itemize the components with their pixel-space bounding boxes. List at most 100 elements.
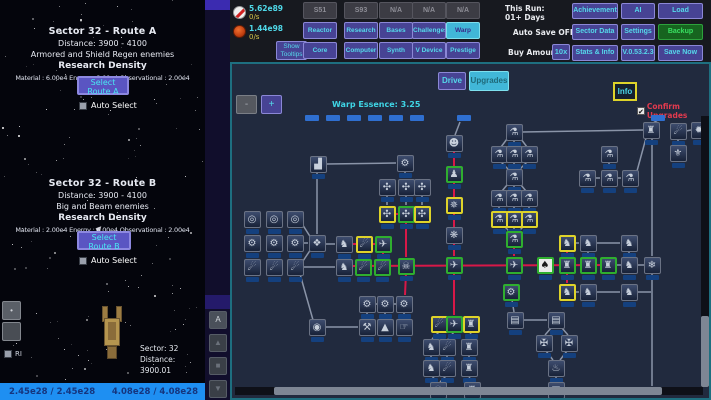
upgrade-node[interactable]: ☻: [446, 135, 463, 152]
upgrade-node[interactable]: ☄: [374, 259, 391, 276]
nav-tab-reactor[interactable]: Reactor: [303, 22, 337, 39]
upgrade-node[interactable]: ♜: [600, 257, 617, 274]
upgrade-node[interactable]: ⚗: [601, 146, 618, 163]
upgrade-node[interactable]: ⚙: [244, 235, 261, 252]
upgrade-node[interactable]: ⚗: [506, 124, 523, 141]
upgrade-node[interactable]: ⚙: [359, 296, 376, 313]
menu-button-settings[interactable]: Settings: [621, 24, 655, 40]
upgrade-node[interactable]: ❖: [309, 235, 326, 252]
upgrade-node[interactable]: ✠: [561, 335, 578, 352]
upgrade-node[interactable]: ♠: [537, 257, 554, 274]
upgrade-node[interactable]: ▤: [548, 312, 565, 329]
upgrade-node[interactable]: ◎: [266, 211, 283, 228]
upgrade-node[interactable]: ✵: [446, 197, 463, 214]
upgrade-node[interactable]: ♞: [621, 284, 638, 301]
upgrade-node[interactable]: ⚒: [359, 319, 376, 336]
nav-tab-computer[interactable]: Computer: [344, 42, 378, 59]
upgrade-node[interactable]: ⚗: [622, 170, 639, 187]
upgrade-node[interactable]: ◎: [287, 211, 304, 228]
route-b-auto-checkbox[interactable]: [79, 257, 87, 265]
upgrade-node[interactable]: ♜: [559, 257, 576, 274]
upgrade-node[interactable]: ⚙: [377, 296, 394, 313]
upgrade-node[interactable]: ⚙: [396, 296, 413, 313]
horizontal-scrollbar[interactable]: [235, 387, 703, 395]
upgrade-node[interactable]: ⚗: [521, 190, 538, 207]
upgrade-node[interactable]: ♞: [336, 236, 353, 253]
menu-button-backup[interactable]: Backup: [658, 24, 703, 40]
upgrade-node[interactable]: ♜: [461, 339, 478, 356]
upgrade-node[interactable]: ⚗: [521, 146, 538, 163]
upgrade-node[interactable]: ☄: [287, 259, 304, 276]
nav-tab-synth[interactable]: Synth: [379, 42, 413, 59]
upgrade-node[interactable]: ☄: [439, 339, 456, 356]
upgrade-node[interactable]: ⚙: [503, 284, 520, 301]
upgrade-node[interactable]: ☞: [396, 319, 413, 336]
upgrade-node[interactable]: ⚗: [491, 211, 508, 228]
upgrade-node[interactable]: ✣: [379, 206, 396, 223]
upgrade-node[interactable]: ♜: [461, 360, 478, 377]
upgrade-node[interactable]: ☄: [266, 259, 283, 276]
upgrade-node[interactable]: ♞: [621, 235, 638, 252]
strip-button-4[interactable]: ▼: [209, 380, 227, 398]
upgrade-node[interactable]: ☠: [398, 258, 415, 275]
upgrade-node[interactable]: ✈: [446, 316, 463, 333]
upgrade-node[interactable]: ⚗: [506, 146, 523, 163]
upgrade-node[interactable]: ⚙: [287, 235, 304, 252]
upgrade-node[interactable]: ☄: [439, 360, 456, 377]
upgrade-node[interactable]: ☄: [355, 259, 372, 276]
upgrade-node[interactable]: ⚗: [506, 190, 523, 207]
select-route-b-button[interactable]: Select Route B: [77, 231, 131, 250]
upgrade-node[interactable]: ⚗: [601, 170, 618, 187]
upgrade-node[interactable]: ⚗: [579, 170, 596, 187]
route-a-auto-select[interactable]: Auto Select: [79, 101, 137, 110]
upgrade-node[interactable]: ♟: [446, 166, 463, 183]
upgrade-node[interactable]: ⚗: [491, 190, 508, 207]
upgrade-node[interactable]: ♞: [336, 259, 353, 276]
vertical-scrollbar[interactable]: [701, 116, 709, 387]
menu-button-achievement[interactable]: Achievement: [572, 3, 618, 19]
upgrade-node[interactable]: ♜: [580, 257, 597, 274]
nav-tab-core[interactable]: Core: [303, 42, 337, 59]
menu-button-stats-info[interactable]: Stats & Info: [572, 45, 618, 61]
upgrade-node[interactable]: ▲: [377, 319, 394, 336]
strip-button-1[interactable]: A: [209, 311, 227, 329]
nav-tab-research[interactable]: Research: [344, 22, 378, 39]
menu-button-ai[interactable]: AI: [621, 3, 655, 19]
route-b-auto-select[interactable]: Auto Select: [79, 256, 137, 265]
upgrade-node[interactable]: ◎: [244, 211, 261, 228]
nav-tab-prestige[interactable]: Prestige: [446, 42, 480, 59]
nav-tab-warp-drive[interactable]: Warp Drive: [446, 22, 480, 39]
upgrade-node[interactable]: ♞: [580, 235, 597, 252]
upgrade-node[interactable]: ⚗: [521, 211, 538, 228]
nav-tab-challenges[interactable]: Challenges: [412, 22, 446, 39]
upgrade-node[interactable]: ☄: [431, 316, 448, 333]
upgrade-node[interactable]: ✣: [414, 206, 431, 223]
upgrade-node[interactable]: ⚗: [491, 146, 508, 163]
upgrade-node[interactable]: ♞: [423, 339, 440, 356]
upgrade-node[interactable]: ⚜: [670, 145, 687, 162]
menu-button-v-0-53-2-3[interactable]: V.0.53.2.3: [621, 45, 655, 61]
upgrade-node[interactable]: ❄: [644, 257, 661, 274]
map-control-button-1[interactable]: •: [2, 301, 21, 320]
upgrade-node[interactable]: ✈: [446, 257, 463, 274]
upgrade-node[interactable]: ☄: [670, 123, 687, 140]
upgrade-node[interactable]: ⚙: [397, 155, 414, 172]
upgrade-node[interactable]: ✣: [414, 179, 431, 196]
menu-button-load[interactable]: Load: [658, 3, 703, 19]
upgrade-node[interactable]: ✣: [398, 179, 415, 196]
upgrade-node[interactable]: ☄: [356, 236, 373, 253]
nav-tab-v-device[interactable]: V Device: [412, 42, 446, 59]
upgrade-node[interactable]: ▟: [310, 156, 327, 173]
upgrade-node[interactable]: ⚗: [506, 169, 523, 186]
upgrade-node[interactable]: ✈: [506, 257, 523, 274]
menu-button-sector-data[interactable]: Sector Data: [572, 24, 618, 40]
upgrade-node[interactable]: ♞: [559, 284, 576, 301]
upgrade-node[interactable]: ⚗: [506, 211, 523, 228]
upgrade-node[interactable]: ♜: [643, 122, 660, 139]
upgrade-node[interactable]: ✠: [536, 335, 553, 352]
upgrade-node[interactable]: ♨: [548, 360, 565, 377]
strip-button-3[interactable]: ■: [209, 357, 227, 375]
upgrade-node[interactable]: ⚗: [506, 231, 523, 248]
select-route-a-button[interactable]: Select Route A: [77, 76, 129, 95]
vertical-scrollbar-thumb[interactable]: [701, 316, 709, 387]
